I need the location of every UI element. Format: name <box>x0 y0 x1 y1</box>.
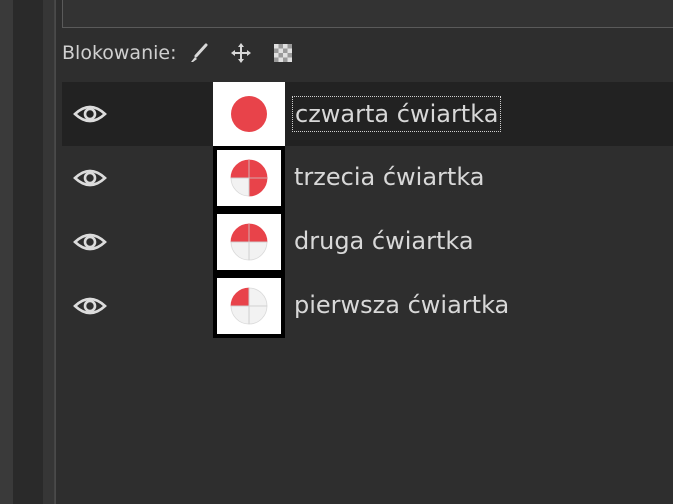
layer-row[interactable]: trzecia ćwiartka <box>62 146 673 210</box>
eye-icon[interactable] <box>72 226 108 258</box>
eye-icon[interactable] <box>72 98 108 130</box>
pie-quarter <box>230 223 250 243</box>
pie-quarter <box>248 223 268 243</box>
pie-quarter <box>230 241 250 261</box>
lock-toolbar: Blokowanie: <box>62 36 673 70</box>
move-icon[interactable] <box>228 40 254 66</box>
layer-row[interactable]: druga ćwiartka <box>62 210 673 274</box>
layer-list: czwarta ćwiartka trzecia ćwiartka druga … <box>62 82 673 338</box>
pie-quarter <box>248 305 268 325</box>
pie-quarter <box>248 287 268 307</box>
pie-quarter <box>230 159 250 179</box>
circle-thumbnail <box>230 223 268 261</box>
mode-selector-area[interactable] <box>62 0 673 28</box>
brush-icon[interactable] <box>186 40 212 66</box>
layer-name[interactable]: druga ćwiartka <box>292 224 476 260</box>
layer-thumbnail[interactable] <box>213 82 285 146</box>
eye-icon[interactable] <box>72 290 108 322</box>
pie-quarter <box>230 177 250 197</box>
layer-row[interactable]: pierwsza ćwiartka <box>62 274 673 338</box>
pie-full <box>231 96 267 132</box>
circle-thumbnail <box>230 287 268 325</box>
layer-thumbnail[interactable] <box>213 146 285 210</box>
pie-quarter <box>230 287 250 307</box>
layer-thumbnail[interactable] <box>213 210 285 274</box>
layer-row[interactable]: czwarta ćwiartka <box>62 82 673 146</box>
layer-name[interactable]: trzecia ćwiartka <box>292 160 487 196</box>
pie-quarter <box>248 159 268 179</box>
circle-thumbnail <box>231 96 267 132</box>
pie-quarter <box>248 177 268 197</box>
pie-quarter <box>230 305 250 325</box>
lock-label: Blokowanie: <box>62 42 177 64</box>
layer-name[interactable]: pierwsza ćwiartka <box>292 288 511 324</box>
dock-handle[interactable] <box>43 0 55 504</box>
checkerboard-icon[interactable] <box>270 40 296 66</box>
layer-name[interactable]: czwarta ćwiartka <box>292 96 502 132</box>
layer-thumbnail[interactable] <box>213 274 285 338</box>
pie-quarter <box>248 241 268 261</box>
left-dock-strip <box>13 0 43 504</box>
circle-thumbnail <box>230 159 268 197</box>
left-edge <box>0 0 13 504</box>
eye-icon[interactable] <box>72 162 108 194</box>
